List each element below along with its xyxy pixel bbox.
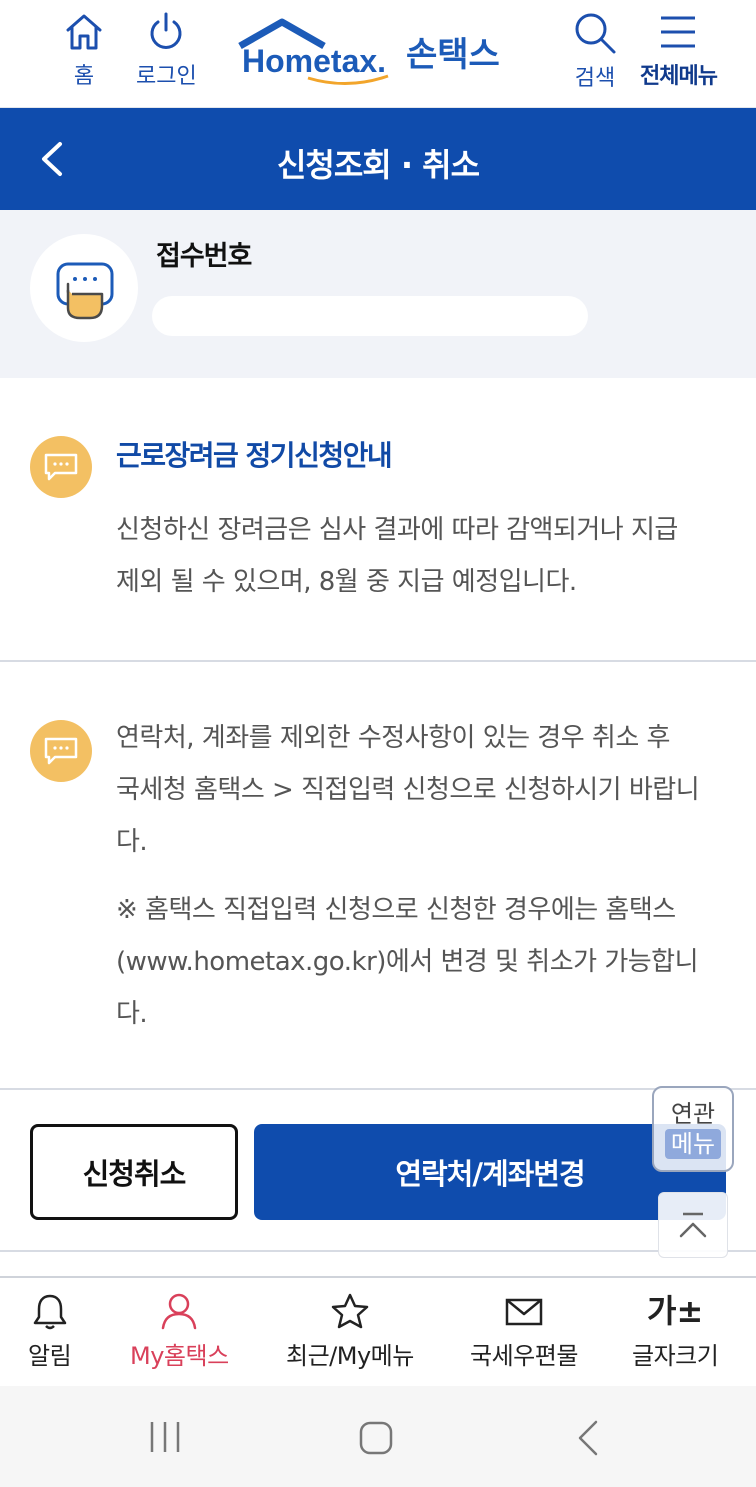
cancel-application-button[interactable]: 신청취소 <box>30 1124 238 1220</box>
notice-note-line: 다. <box>116 999 148 1029</box>
action-bar: 신청취소 연락처/계좌변경 <box>0 1090 756 1252</box>
bell-icon <box>33 1294 66 1330</box>
receipt-avatar <box>30 234 138 342</box>
notice-line: 신청하신 장려금은 심사 결과에 따라 감액되거나 지급 <box>116 515 678 545</box>
font-size-icon: 가± <box>647 1292 704 1330</box>
power-icon <box>150 12 182 49</box>
logo-text: Hometax. <box>242 43 386 79</box>
search-icon <box>575 13 616 54</box>
mail-icon <box>505 1298 543 1326</box>
nav-recent-my-menu-label: 최근/My메뉴 <box>286 1342 414 1370</box>
top-header: 홈 로그인 Hometax. 손택스 검색 전체메뉴 <box>0 0 756 108</box>
notice-body: 연락처, 계좌를 제외한 수정사항이 있는 경우 취소 후 국세청 홈택스 > … <box>116 712 726 868</box>
login-label: 로그인 <box>136 64 197 89</box>
all-menu-label: 전체메뉴 <box>640 64 718 89</box>
home-button[interactable]: 홈 <box>62 10 106 90</box>
bottom-navigation: 알림 My홈택스 최근/My메뉴 국세우편물 가± 글자크기 <box>0 1276 756 1386</box>
logo-mark: Hometax. 손택스 <box>238 18 500 85</box>
nav-tax-mail[interactable]: 국세우편물 <box>470 1292 578 1371</box>
login-button[interactable]: 로그인 <box>136 10 197 90</box>
related-menu-line2: 메뉴 <box>664 1129 722 1159</box>
logo-korean: 손택스 <box>406 35 500 75</box>
notice-note: ※ 홈택스 직접입력 신청으로 신청한 경우에는 홈택스 (www.hometa… <box>116 884 726 1040</box>
nav-font-size[interactable]: 가± 글자크기 <box>632 1292 719 1371</box>
touch-receipt-icon <box>56 262 114 320</box>
title-bar: 신청조회 · 취소 <box>0 108 756 210</box>
nav-recent-my-menu[interactable]: 최근/My메뉴 <box>286 1292 414 1371</box>
recent-apps-icon[interactable] <box>148 1420 182 1454</box>
notice-icon <box>30 436 92 498</box>
notice-card-modify: 연락처, 계좌를 제외한 수정사항이 있는 경우 취소 후 국세청 홈택스 > … <box>0 662 756 1090</box>
person-icon <box>162 1293 197 1330</box>
android-system-bar <box>0 1386 756 1487</box>
nav-my-hometax-label: My홈택스 <box>130 1342 229 1370</box>
notice-body: 신청하신 장려금은 심사 결과에 따라 감액되거나 지급 제외 될 수 있으며,… <box>116 504 726 608</box>
home-system-icon[interactable] <box>358 1420 394 1456</box>
notice-note-line: ※ 홈택스 직접입력 신청으로 신청한 경우에는 홈택스 <box>116 895 676 925</box>
scroll-top-button[interactable] <box>658 1192 728 1258</box>
search-button[interactable]: 검색 <box>572 10 618 92</box>
star-icon <box>331 1293 369 1329</box>
nav-tax-mail-label: 국세우편물 <box>470 1342 578 1370</box>
back-system-icon[interactable] <box>576 1420 602 1456</box>
nav-my-hometax[interactable]: My홈택스 <box>130 1292 229 1371</box>
search-label: 검색 <box>574 66 616 91</box>
related-menu-button[interactable]: 연관 메뉴 <box>652 1086 734 1172</box>
notice-icon <box>30 720 92 782</box>
notice-note-line: (www.hometax.go.kr)에서 변경 및 취소가 가능합니 <box>116 947 699 977</box>
receipt-number-value <box>152 296 588 336</box>
page-title: 신청조회 · 취소 <box>276 146 480 184</box>
related-menu-line1: 연관 <box>670 1100 716 1128</box>
notice-line: 다. <box>116 827 148 857</box>
receipt-section: 접수번호 <box>0 210 756 378</box>
nav-font-size-label: 글자크기 <box>632 1342 719 1370</box>
home-label: 홈 <box>73 64 95 89</box>
hamburger-icon <box>661 16 696 48</box>
receipt-number-label: 접수번호 <box>156 241 252 272</box>
chevron-up-icon <box>679 1212 707 1238</box>
notice-title: 근로장려금 정기신청안내 <box>116 439 393 472</box>
nav-alerts[interactable]: 알림 <box>28 1292 72 1371</box>
nav-alerts-label: 알림 <box>28 1342 72 1370</box>
chat-bubble-icon <box>44 737 78 765</box>
hometax-logo[interactable]: Hometax. 손택스 <box>238 18 522 90</box>
notice-line: 국세청 홈택스 > 직접입력 신청으로 신청하시기 바랍니 <box>116 775 700 805</box>
notice-line: 연락처, 계좌를 제외한 수정사항이 있는 경우 취소 후 <box>116 723 670 753</box>
chat-bubble-icon <box>44 453 78 481</box>
notice-line: 제외 될 수 있으며, 8월 중 지급 예정입니다. <box>116 567 577 597</box>
home-icon <box>66 14 102 50</box>
notice-card-regular: 근로장려금 정기신청안내 신청하신 장려금은 심사 결과에 따라 감액되거나 지… <box>0 378 756 662</box>
all-menu-button[interactable]: 전체메뉴 <box>640 10 718 90</box>
